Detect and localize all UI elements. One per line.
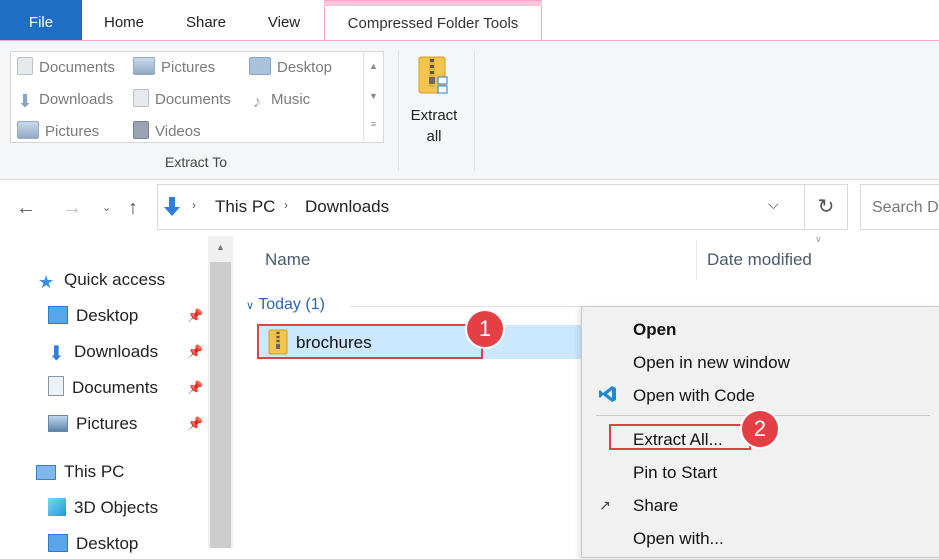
breadcrumb-separator-icon[interactable]: › — [192, 198, 196, 212]
gallery-scrollbar[interactable]: ▲ ▼ ≡ — [363, 51, 383, 141]
cube-icon — [48, 498, 66, 516]
step-badge-1: 1 — [465, 309, 505, 349]
pin-icon[interactable]: 📌 — [187, 380, 203, 396]
pictures-icon — [17, 121, 39, 139]
recent-locations-chevron-icon[interactable]: ⌄ — [102, 196, 111, 220]
nav-this-pc[interactable]: This PC — [36, 457, 124, 487]
download-arrow-icon: ⬇ — [48, 343, 65, 365]
contextual-tab-strip — [324, 1, 542, 6]
group-header-today[interactable]: ∨ Today (1) — [246, 296, 325, 314]
extract-to-videos[interactable]: Videos — [133, 119, 201, 145]
group-label: Today (1) — [258, 296, 325, 313]
column-header-name[interactable]: Name — [265, 250, 310, 270]
menu-item-open-with-code[interactable]: Open with Code — [633, 381, 755, 411]
gallery-more-icon[interactable]: ≡ — [364, 113, 383, 135]
nav-item-3d-objects[interactable]: 3D Objects — [48, 493, 158, 523]
nav-item-pc-desktop[interactable]: Desktop — [48, 529, 138, 559]
extract-to-pictures-2[interactable]: Pictures — [17, 119, 99, 145]
up-arrow-icon[interactable]: ↑ — [128, 196, 138, 220]
video-icon — [133, 121, 149, 139]
extract-to-documents-2[interactable]: Documents — [133, 87, 231, 113]
extract-to-gallery: Documents Pictures Desktop ⬇ Downloads Do… — [10, 51, 384, 143]
tab-compressed-folder-tools[interactable]: Compressed Folder Tools — [324, 0, 542, 42]
ribbon-tabs: File Home Share View Compressed Folder T… — [0, 0, 939, 42]
zip-folder-icon — [418, 56, 448, 94]
step-badge-2: 2 — [740, 409, 780, 449]
menu-item-share[interactable]: Share — [633, 491, 678, 521]
downloads-location-icon — [164, 197, 180, 216]
gallery-down-icon[interactable]: ▼ — [364, 85, 383, 107]
menu-item-pin-to-start[interactable]: Pin to Start — [633, 458, 717, 488]
group-collapse-chevron-icon[interactable]: ∨ — [246, 300, 254, 312]
extract-to-downloads[interactable]: ⬇ Downloads — [17, 87, 113, 113]
gallery-up-icon[interactable]: ▲ — [364, 55, 383, 77]
breadcrumb-this-pc[interactable]: This PC — [215, 197, 275, 217]
breadcrumb-downloads[interactable]: Downloads — [305, 197, 389, 217]
nav-item-pictures[interactable]: Pictures — [48, 409, 137, 439]
pin-icon[interactable]: 📌 — [187, 416, 203, 432]
tab-compressed-folder-tools-label: Compressed Folder Tools — [347, 15, 519, 32]
download-arrow-icon: ⬇ — [17, 91, 33, 111]
group-divider — [350, 306, 590, 307]
nav-item-desktop[interactable]: Desktop — [48, 301, 138, 331]
desktop-icon — [249, 57, 271, 75]
document-icon — [17, 57, 33, 75]
column-separator[interactable] — [696, 240, 697, 280]
document-icon — [48, 376, 64, 396]
nav-item-documents[interactable]: Documents — [48, 373, 158, 403]
vscode-icon — [599, 386, 616, 402]
extract-to-pictures[interactable]: Pictures — [133, 55, 215, 81]
extract-to-music[interactable]: ♪ Music — [249, 87, 310, 113]
star-icon: ★ — [38, 272, 55, 292]
tab-view[interactable]: View — [246, 0, 322, 41]
music-note-icon: ♪ — [252, 92, 262, 111]
annotation-highlight-extract-all — [609, 424, 751, 450]
nav-quick-access[interactable]: ★ Quick access — [38, 265, 165, 295]
breadcrumb-separator-icon[interactable]: › — [284, 198, 288, 212]
back-arrow-icon[interactable]: ← — [16, 196, 36, 220]
document-icon — [133, 89, 149, 107]
computer-icon — [36, 465, 56, 480]
extract-to-documents[interactable]: Documents — [17, 55, 115, 81]
nav-pane-scrollbar[interactable]: ▲ — [208, 236, 233, 548]
ribbon-group-separator — [474, 51, 475, 171]
menu-item-open-new-window[interactable]: Open in new window — [633, 348, 790, 378]
share-icon: ↗ — [599, 497, 611, 513]
menu-item-open-with[interactable]: Open with... — [633, 524, 724, 554]
navigation-pane: ★ Quick access Desktop ⬇ Downloads Documen… — [0, 236, 236, 553]
sort-chevron-icon: ∨ — [815, 234, 822, 244]
extract-all-button[interactable]: Extract all — [404, 51, 464, 151]
column-header-date-modified[interactable]: Date modified — [707, 250, 812, 270]
pictures-icon — [133, 57, 155, 75]
extract-all-label: Extract all — [410, 107, 458, 145]
nav-item-downloads[interactable]: ⬇ Downloads — [48, 337, 158, 367]
group-label-extract-to: Extract To — [165, 154, 227, 170]
pin-icon[interactable]: 📌 — [187, 308, 203, 324]
search-input[interactable]: Search D — [860, 184, 939, 230]
extract-to-desktop[interactable]: Desktop — [249, 55, 332, 81]
desktop-icon — [48, 306, 68, 324]
scrollbar-thumb[interactable] — [210, 262, 231, 548]
menu-item-open[interactable]: Open — [633, 315, 676, 345]
forward-arrow-icon[interactable]: → — [62, 196, 82, 220]
pictures-icon — [48, 415, 68, 432]
desktop-icon — [48, 534, 68, 552]
tab-home[interactable]: Home — [82, 0, 166, 41]
address-history-chevron-icon[interactable]: ⌵ — [768, 196, 779, 213]
ribbon-group-separator — [398, 51, 399, 171]
refresh-icon[interactable]: ↻ — [804, 184, 848, 230]
scroll-up-icon[interactable]: ▲ — [208, 242, 233, 252]
pin-icon[interactable]: 📌 — [187, 344, 203, 360]
address-bar[interactable]: › This PC › Downloads ⌵ — [157, 184, 848, 230]
tab-file[interactable]: File — [0, 0, 82, 41]
annotation-highlight-file — [257, 324, 483, 359]
tab-share[interactable]: Share — [166, 0, 246, 41]
